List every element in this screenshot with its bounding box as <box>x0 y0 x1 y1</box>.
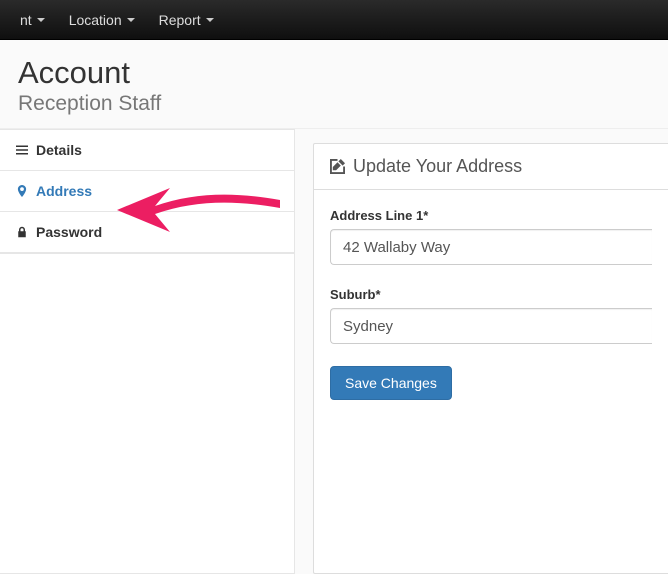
update-address-panel: Update Your Address Address Line 1* Subu… <box>313 143 668 574</box>
sidebar-spacer <box>0 253 294 573</box>
navbar-item-0[interactable]: nt <box>8 2 57 38</box>
page-header: Account Reception Staff <box>0 40 668 129</box>
edit-icon <box>330 159 345 174</box>
sidebar-item-label: Password <box>36 224 102 240</box>
list-icon <box>16 144 28 156</box>
panel-heading: Update Your Address <box>314 144 668 190</box>
navbar-item-report[interactable]: Report <box>147 2 226 38</box>
navbar-item-label: Report <box>159 12 201 28</box>
suburb-label: Suburb* <box>330 287 652 302</box>
suburb-input[interactable] <box>330 308 652 344</box>
side-nav: Details Address Password <box>0 129 295 574</box>
panel-title: Update Your Address <box>353 156 522 177</box>
navbar-item-location[interactable]: Location <box>57 2 147 38</box>
navbar-item-label: Location <box>69 12 122 28</box>
navbar: nt Location Report <box>0 0 668 40</box>
sidebar-item-address[interactable]: Address <box>0 171 294 212</box>
form-group-address1: Address Line 1* <box>330 208 652 265</box>
page-subtitle: Reception Staff <box>18 92 650 116</box>
sidebar-item-label: Details <box>36 142 82 158</box>
panel-body: Address Line 1* Suburb* Save Changes <box>314 190 668 422</box>
page-title: Account <box>18 56 650 90</box>
sidebar-item-details[interactable]: Details <box>0 130 294 171</box>
content-row: Details Address Password Update Your Add… <box>0 129 668 574</box>
chevron-down-icon <box>37 18 45 22</box>
chevron-down-icon <box>127 18 135 22</box>
address-line-1-label: Address Line 1* <box>330 208 652 223</box>
form-group-suburb: Suburb* <box>330 287 652 344</box>
lock-icon <box>16 226 28 238</box>
map-marker-icon <box>16 185 28 197</box>
chevron-down-icon <box>206 18 214 22</box>
sidebar-item-password[interactable]: Password <box>0 212 294 253</box>
sidebar-item-label: Address <box>36 183 92 199</box>
save-changes-button[interactable]: Save Changes <box>330 366 452 400</box>
navbar-item-label: nt <box>20 12 32 28</box>
address-line-1-input[interactable] <box>330 229 652 265</box>
